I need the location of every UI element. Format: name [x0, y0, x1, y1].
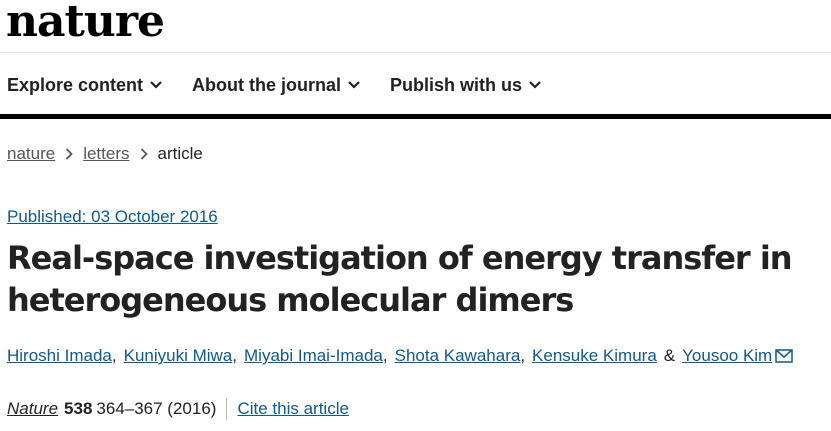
mail-icon[interactable] — [772, 349, 793, 363]
nav-bottom-rule — [0, 114, 831, 119]
published-date-link[interactable]: Published: 03 October 2016 — [7, 207, 218, 227]
chevron-down-icon — [529, 81, 541, 89]
volume-number: 538 — [64, 399, 93, 418]
article-title-line-1: Real-space investigation of energy trans… — [7, 239, 793, 277]
article-title-line-2: heterogeneous molecular dimers — [7, 281, 574, 319]
author-separator: , — [111, 346, 117, 365]
breadcrumb-nature[interactable]: nature — [7, 144, 55, 164]
main-nav: Explore content About the journal Publis… — [7, 70, 541, 100]
nav-publish-with-us-label: Publish with us — [390, 74, 523, 95]
breadcrumb-article: article — [157, 144, 203, 163]
chevron-right-icon — [65, 148, 73, 160]
nav-explore-content-label: Explore content — [7, 74, 144, 95]
author-separator: , — [382, 346, 388, 365]
citation-divider — [226, 398, 228, 420]
author-link[interactable]: Kuniyuki Miwa — [124, 346, 233, 366]
article-title: Real-space investigation of energy trans… — [7, 237, 807, 321]
author-list: Hiroshi Imada, Kuniyuki Miwa, Miyabi Ima… — [7, 346, 793, 366]
nav-explore-content[interactable]: Explore content — [7, 75, 162, 96]
author-link[interactable]: Shota Kawahara — [395, 346, 521, 366]
header-divider — [0, 52, 831, 53]
nav-publish-with-us[interactable]: Publish with us — [390, 75, 541, 96]
page-range: 364–367 (2016) — [96, 399, 217, 418]
citation-row: Nature 538 364–367 (2016) Cite this arti… — [7, 398, 349, 420]
chevron-down-icon — [348, 81, 360, 89]
author-link[interactable]: Hiroshi Imada — [7, 346, 112, 366]
cite-this-article-link[interactable]: Cite this article — [237, 399, 348, 419]
breadcrumb: nature letters article — [7, 144, 203, 164]
author-link[interactable]: Miyabi Imai-Imada — [244, 346, 383, 366]
nav-about-the-journal[interactable]: About the journal — [192, 75, 360, 96]
chevron-right-icon — [140, 148, 148, 160]
author-separator: , — [232, 346, 237, 365]
author-and: & — [663, 346, 676, 365]
author-link[interactable]: Yousoo Kim — [682, 346, 772, 366]
breadcrumb-letters[interactable]: letters — [83, 144, 129, 164]
author-link[interactable]: Kensuke Kimura — [532, 346, 657, 366]
chevron-down-icon — [150, 81, 162, 89]
journal-name[interactable]: Nature — [7, 399, 58, 419]
author-separator: , — [520, 346, 526, 365]
nature-logo[interactable]: nature — [6, 0, 165, 50]
nav-about-the-journal-label: About the journal — [192, 74, 342, 95]
